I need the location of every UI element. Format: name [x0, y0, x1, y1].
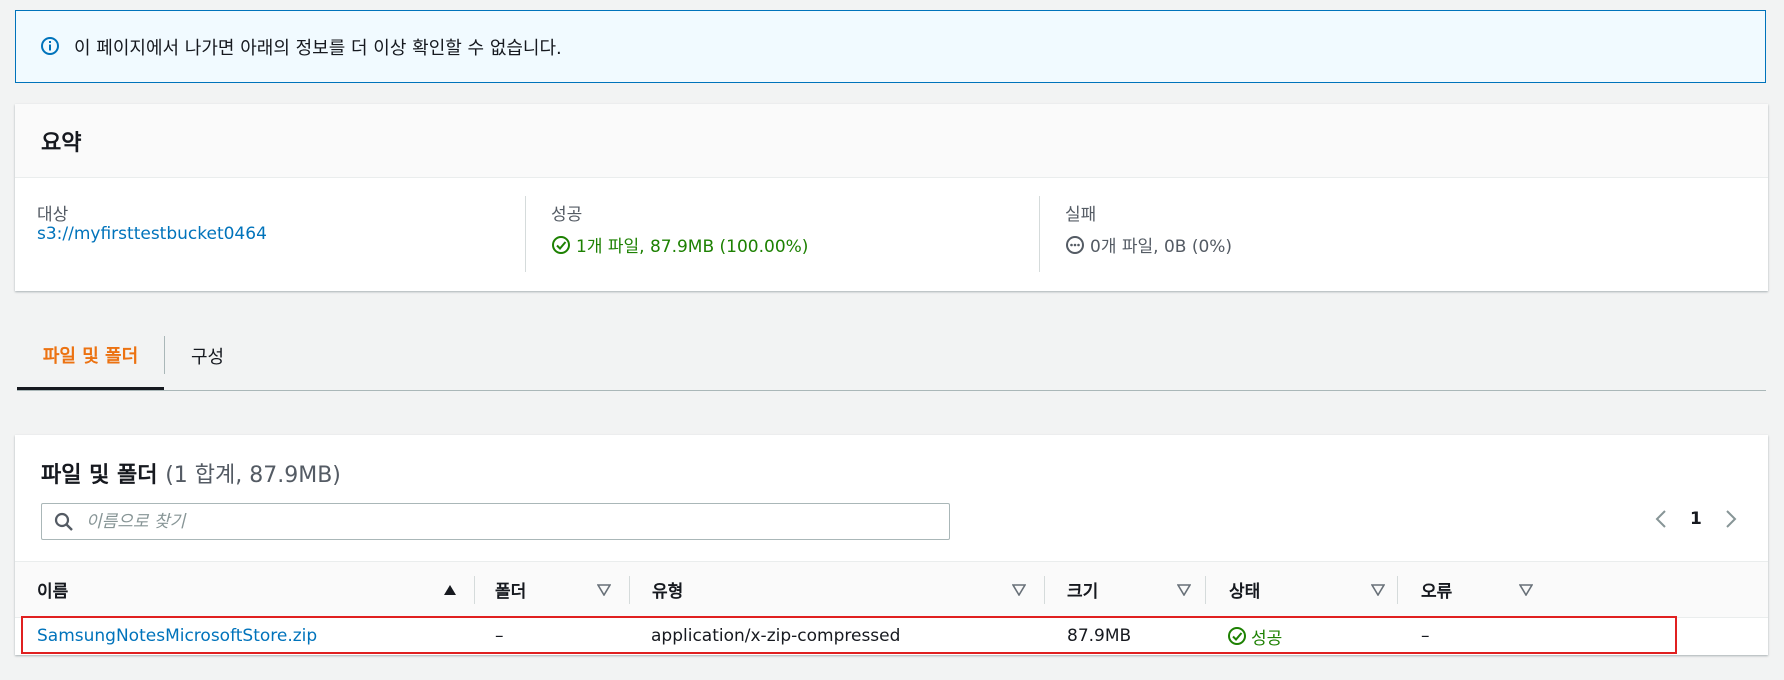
file-size: 87.9MB — [1067, 626, 1132, 646]
next-page-button[interactable] — [1724, 509, 1738, 529]
column-divider — [474, 576, 475, 604]
sort-ascending-icon[interactable] — [443, 584, 457, 596]
column-header-name[interactable]: 이름 — [37, 562, 457, 617]
info-icon — [40, 36, 62, 58]
search-input[interactable] — [84, 510, 908, 533]
summary-failed: 실패 0개 파일, 0B (0%) — [1065, 178, 1555, 292]
column-header-type[interactable]: 유형 — [652, 562, 1026, 617]
column-header-size[interactable]: 크기 — [1067, 562, 1191, 617]
sort-icon[interactable] — [1012, 583, 1026, 596]
column-label: 오류 — [1421, 582, 1453, 602]
current-page[interactable]: 1 — [1690, 509, 1702, 529]
file-folder: – — [495, 626, 504, 646]
column-divider — [1044, 576, 1045, 604]
column-label: 크기 — [1067, 582, 1099, 602]
column-label: 유형 — [652, 582, 684, 602]
file-name-link[interactable]: SamsungNotesMicrosoftStore.zip — [37, 617, 317, 655]
pending-dots-icon — [1065, 235, 1090, 255]
failed-label: 실패 — [1065, 205, 1097, 225]
column-header-status[interactable]: 상태 — [1229, 562, 1385, 617]
chevron-left-icon — [1655, 510, 1666, 528]
search-icon — [54, 512, 74, 532]
tab-configuration[interactable]: 구성 — [191, 322, 224, 390]
column-divider — [1205, 576, 1206, 604]
destination-label: 대상 — [37, 205, 69, 225]
alert-text: 이 페이지에서 나가면 아래의 정보를 더 이상 확인할 수 없습니다. — [74, 37, 562, 59]
sort-icon[interactable] — [1519, 583, 1533, 596]
success-check-icon — [551, 235, 576, 255]
column-label: 폴더 — [495, 582, 527, 602]
pagination: 1 — [1654, 509, 1738, 529]
column-divider — [629, 576, 630, 604]
summary-title: 요약 — [15, 104, 1768, 178]
status-text: 성공 — [1251, 628, 1283, 649]
succeeded-value: 1개 파일, 87.9MB (100.00%) — [576, 237, 809, 257]
table-header: 이름 폴더 유형 크기 상태 오류 — [15, 561, 1768, 618]
files-title: 파일 및 폴더 (1 합계, 87.9MB) — [41, 457, 341, 489]
destination-link[interactable]: s3://myfirsttestbucket0464 — [37, 224, 267, 244]
sort-icon[interactable] — [1371, 583, 1385, 596]
column-header-error[interactable]: 오류 — [1421, 562, 1533, 617]
file-status: 성공 — [1227, 617, 1282, 655]
summary-destination: 대상 s3://myfirsttestbucket0464 — [37, 178, 527, 292]
tab-divider — [164, 336, 165, 374]
files-title-text: 파일 및 폴더 — [41, 463, 158, 488]
info-alert: 이 페이지에서 나가면 아래의 정보를 더 이상 확인할 수 없습니다. — [15, 10, 1766, 83]
success-check-icon — [1227, 626, 1247, 646]
summary-divider — [525, 196, 526, 272]
column-label: 상태 — [1229, 582, 1261, 602]
tab-files-and-folders[interactable]: 파일 및 폴더 — [17, 322, 164, 390]
column-divider — [1397, 576, 1398, 604]
sort-icon[interactable] — [597, 583, 611, 596]
file-error: – — [1421, 626, 1430, 646]
summary-divider — [1039, 196, 1040, 272]
column-header-folder[interactable]: 폴더 — [495, 562, 611, 617]
files-panel: 파일 및 폴더 (1 합계, 87.9MB) 1 이름 — [15, 435, 1768, 655]
search-box — [41, 503, 950, 540]
failed-value: 0개 파일, 0B (0%) — [1090, 237, 1233, 257]
files-count: (1 합계, 87.9MB) — [165, 463, 341, 488]
tab-bar: 파일 및 폴더 구성 — [17, 322, 1766, 391]
file-type: application/x-zip-compressed — [651, 626, 901, 646]
column-label: 이름 — [37, 582, 69, 602]
chevron-right-icon — [1726, 510, 1737, 528]
previous-page-button[interactable] — [1654, 509, 1668, 529]
succeeded-label: 성공 — [551, 205, 583, 225]
sort-icon[interactable] — [1177, 583, 1191, 596]
summary-panel: 요약 대상 s3://myfirsttestbucket0464 성공 1개 파… — [15, 104, 1768, 291]
summary-succeeded: 성공 1개 파일, 87.9MB (100.00%) — [551, 178, 1041, 292]
table-row: SamsungNotesMicrosoftStore.zip – applica… — [15, 617, 1768, 655]
